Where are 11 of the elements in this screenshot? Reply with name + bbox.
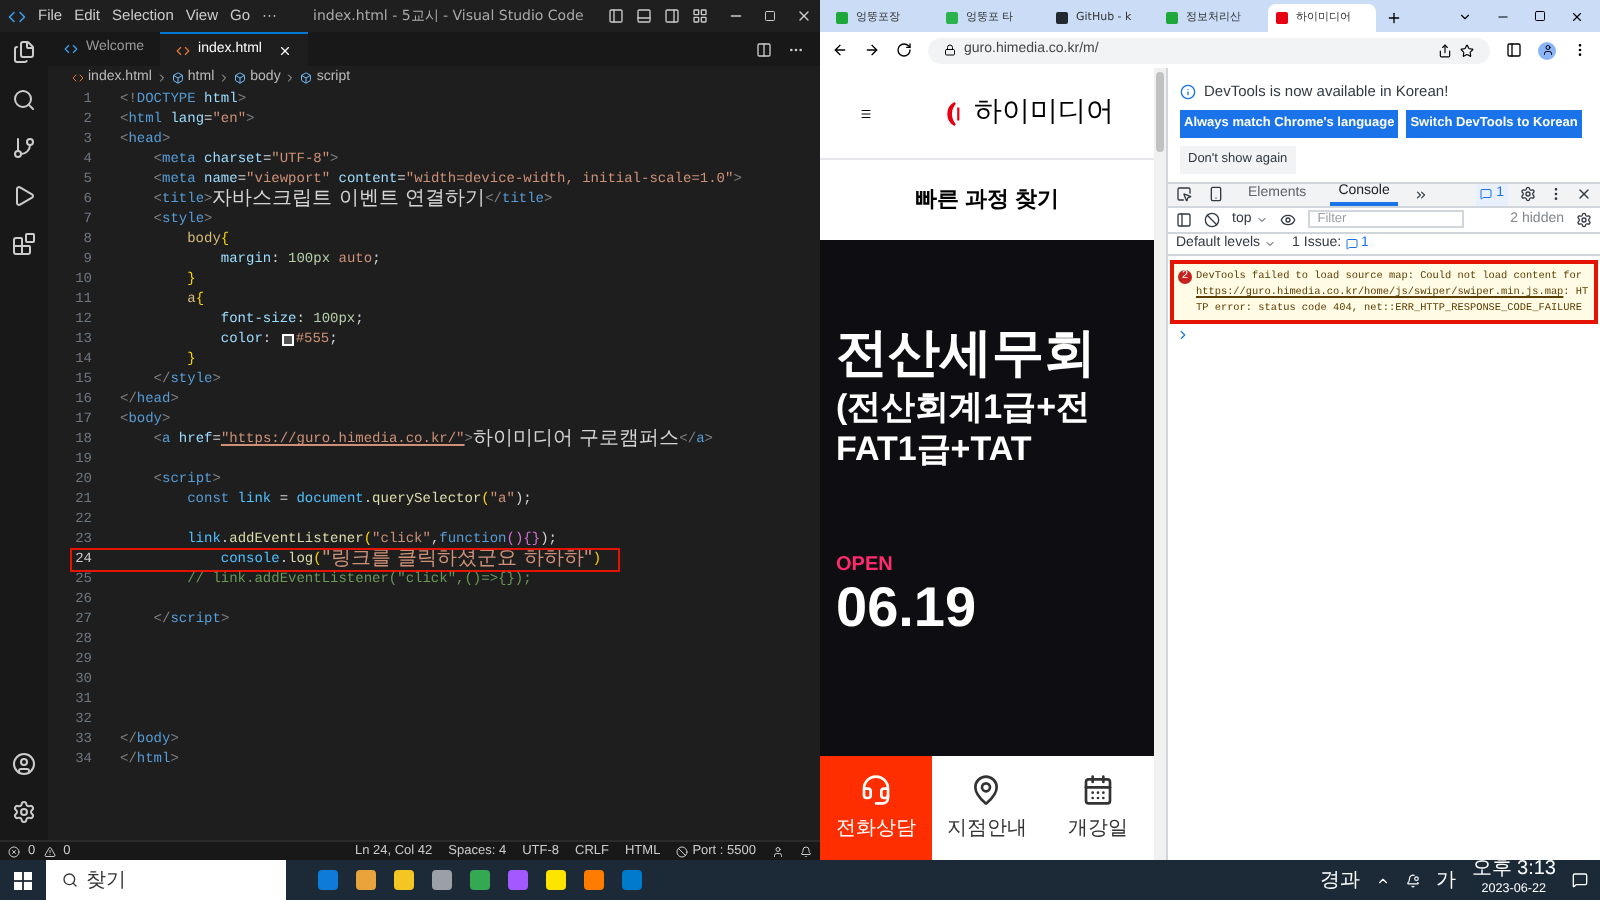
- banner-headline: FAT1급+TAT: [836, 427, 1034, 470]
- banner-date: 06.19: [836, 580, 979, 636]
- logo-text: 하이미디어: [974, 94, 1114, 132]
- banner-headline: 전산세무회: [836, 320, 1098, 385]
- banner-tag: OPEN: [836, 550, 1138, 580]
- bottom-nav-item[interactable]: 전화상담: [820, 756, 932, 860]
- taskbar-search-field[interactable]: 찾기: [46, 860, 286, 900]
- weather-widget[interactable]: 경과: [1319, 865, 1360, 895]
- ime-indicator[interactable]: 가: [1435, 865, 1456, 895]
- section-title: 빠른 과정 찾기: [914, 185, 1060, 216]
- banner-headline: (전산회계1급+전: [836, 385, 1093, 428]
